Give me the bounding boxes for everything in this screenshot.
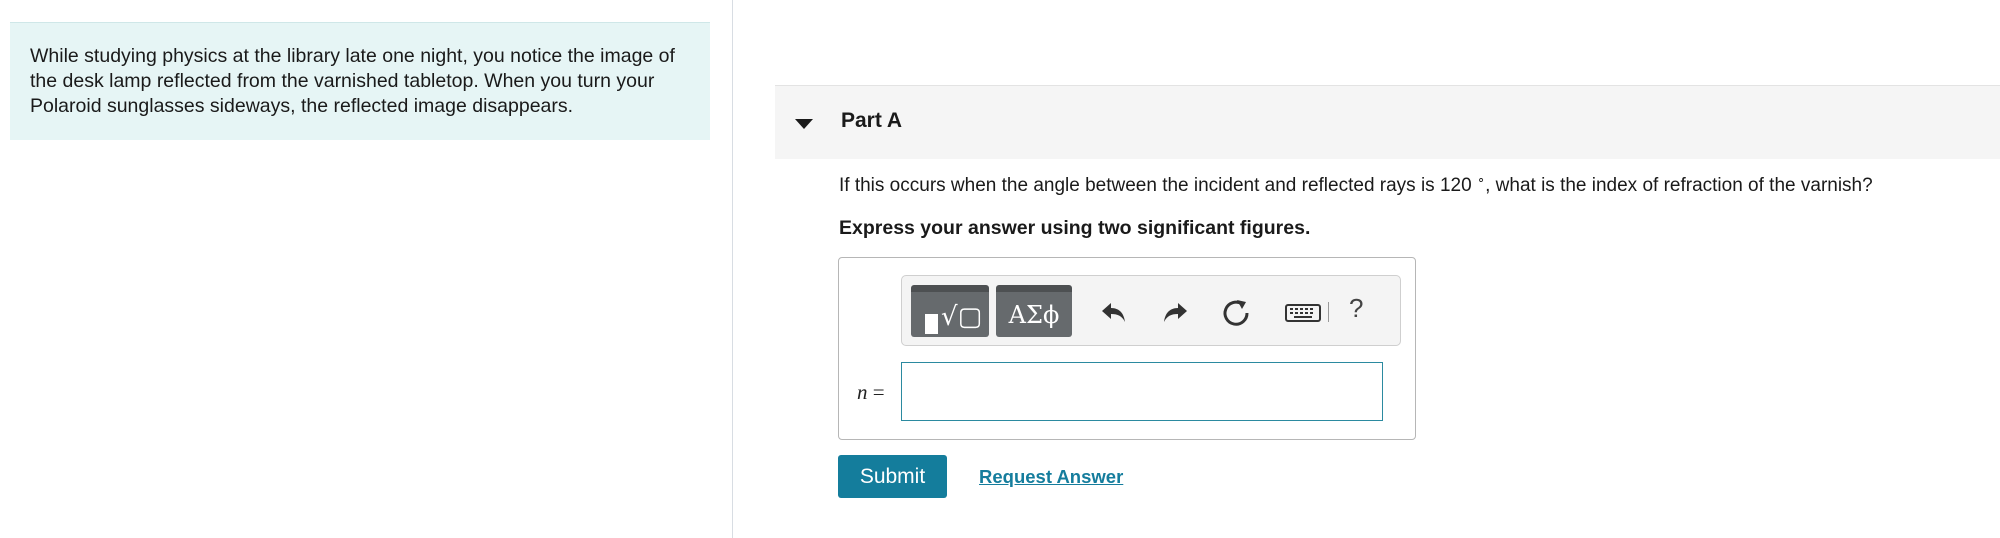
- part-header[interactable]: Part A: [775, 85, 2000, 159]
- radical-icon: √▢: [941, 302, 983, 332]
- symbols-label: ΑΣϕ: [1008, 301, 1060, 329]
- request-answer-link[interactable]: Request Answer: [979, 466, 1123, 488]
- collapse-caret-icon[interactable]: [795, 119, 813, 129]
- equals-sign: =: [867, 380, 885, 404]
- symbols-button[interactable]: ΑΣϕ: [996, 285, 1072, 337]
- help-button[interactable]: ?: [1349, 293, 1363, 324]
- templates-button[interactable]: √▢: [911, 285, 989, 337]
- variable-n: n: [857, 380, 868, 404]
- problem-statement: While studying physics at the library la…: [10, 22, 710, 140]
- problem-panel: While studying physics at the library la…: [0, 0, 733, 538]
- answer-input[interactable]: [901, 362, 1383, 421]
- answer-variable-label: n =: [857, 380, 885, 405]
- undo-icon[interactable]: [1098, 296, 1130, 328]
- submit-button[interactable]: Submit: [838, 455, 947, 498]
- answer-box: √▢ ΑΣϕ ? n =: [838, 257, 1416, 440]
- question-suffix: , what is the index of refraction of the…: [1485, 175, 1873, 196]
- reset-icon[interactable]: [1220, 296, 1252, 328]
- templates-icon: [925, 314, 938, 334]
- question-prefix: If this occurs when the angle between th…: [839, 175, 1477, 196]
- part-title: Part A: [841, 109, 903, 132]
- answer-instruction: Express your answer using two significan…: [839, 217, 1311, 239]
- redo-icon[interactable]: [1159, 296, 1191, 328]
- question-panel: Part A If this occurs when the angle bet…: [734, 0, 2000, 538]
- math-toolbar: √▢ ΑΣϕ ?: [901, 275, 1401, 346]
- keyboard-icon[interactable]: [1283, 296, 1323, 328]
- question-text: If this occurs when the angle between th…: [839, 172, 1873, 197]
- toolbar-separator: [1328, 302, 1329, 322]
- degree-symbol: ∘: [1476, 172, 1486, 187]
